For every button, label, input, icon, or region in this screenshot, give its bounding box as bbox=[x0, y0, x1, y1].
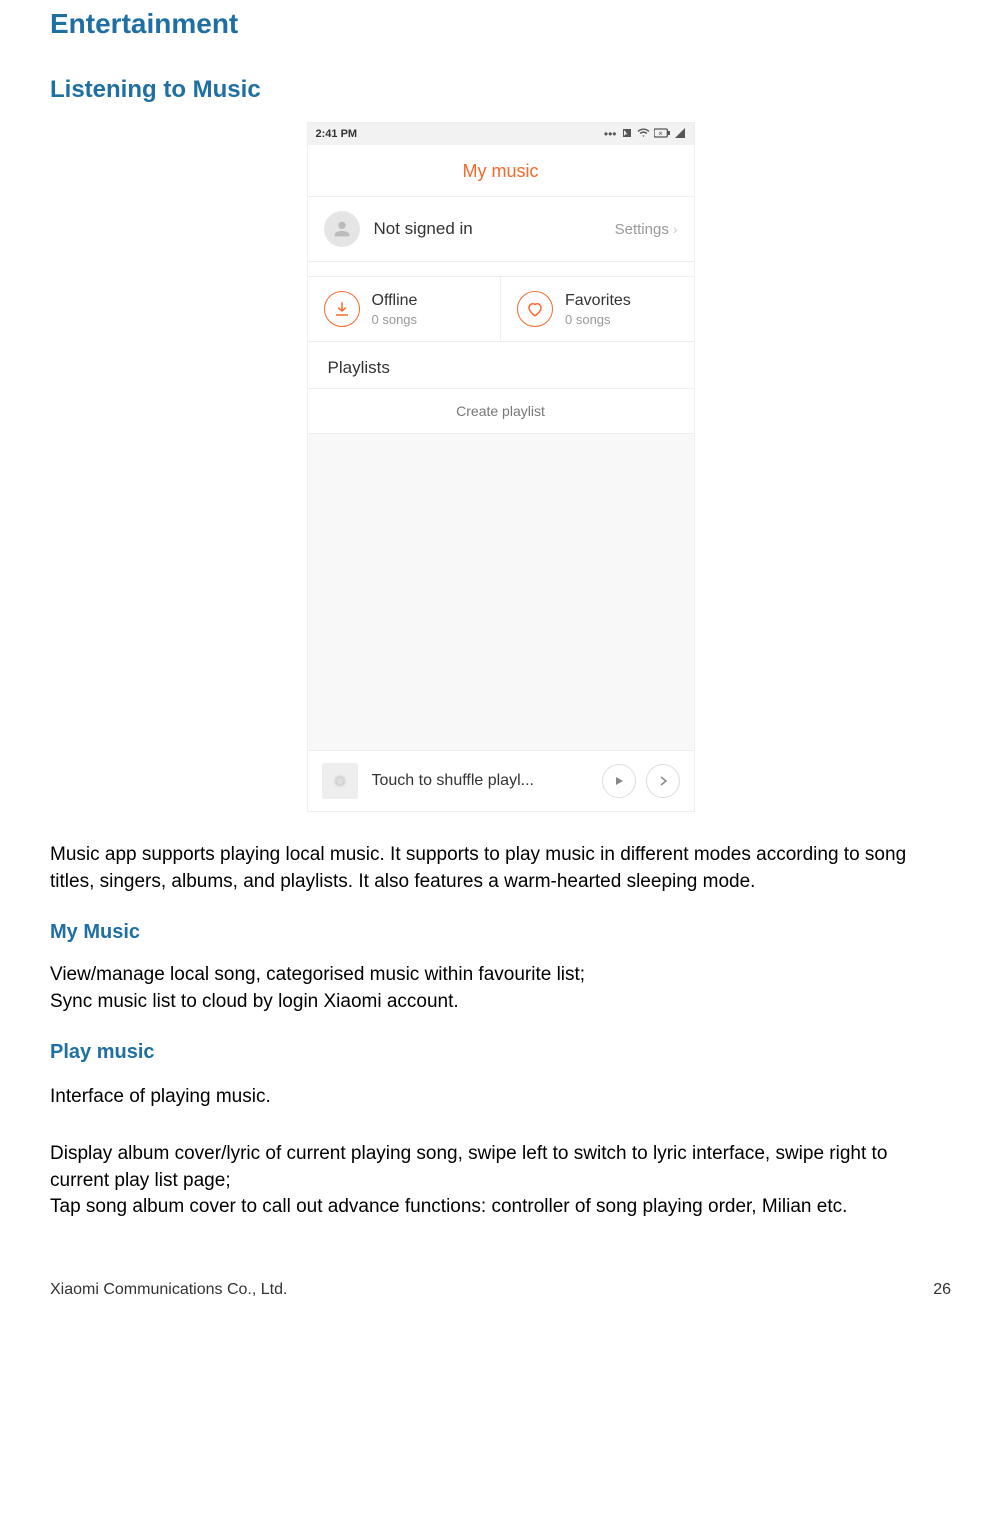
footer-company: Xiaomi Communications Co., Ltd. bbox=[50, 1281, 287, 1299]
offline-label: Offline bbox=[372, 292, 418, 310]
play-button[interactable] bbox=[602, 764, 636, 798]
nfc-icon bbox=[621, 127, 633, 142]
mymusic-line2: Sync music list to cloud by login Xiaomi… bbox=[50, 989, 951, 1016]
screenshot-container: 2:41 PM ••• ✕ My music bbox=[50, 122, 951, 812]
status-bar: 2:41 PM ••• ✕ bbox=[308, 123, 694, 145]
app-title: My music bbox=[308, 145, 694, 196]
more-icon: ••• bbox=[604, 127, 617, 141]
chevron-right-icon bbox=[657, 775, 669, 787]
chevron-right-icon: › bbox=[673, 221, 678, 237]
intro-text: Music app supports playing local music. … bbox=[50, 842, 951, 895]
heading-my-music: My Music bbox=[50, 921, 951, 944]
heart-icon bbox=[517, 291, 553, 327]
mymusic-line1: View/manage local song, categorised musi… bbox=[50, 962, 951, 989]
settings-label: Settings bbox=[615, 221, 669, 238]
heading-play-music: Play music bbox=[50, 1041, 951, 1064]
battery-icon: ✕ bbox=[654, 127, 670, 141]
heading-entertainment: Entertainment bbox=[50, 8, 951, 40]
playlists-title: Playlists bbox=[308, 342, 694, 388]
profile-card: Not signed in Settings › bbox=[308, 196, 694, 262]
favorites-label: Favorites bbox=[565, 292, 631, 310]
playmusic-line2: Display album cover/lyric of current pla… bbox=[50, 1141, 951, 1194]
page-footer: Xiaomi Communications Co., Ltd. 26 bbox=[50, 1281, 951, 1299]
next-button[interactable] bbox=[646, 764, 680, 798]
status-icons: ••• ✕ bbox=[604, 126, 686, 142]
playmusic-line3: Tap song album cover to call out advance… bbox=[50, 1194, 951, 1221]
phone-screen: 2:41 PM ••• ✕ My music bbox=[307, 122, 695, 812]
create-playlist-button[interactable]: Create playlist bbox=[308, 388, 694, 434]
settings-link[interactable]: Settings › bbox=[615, 221, 678, 238]
status-time: 2:41 PM bbox=[316, 128, 358, 140]
favorites-button[interactable]: Favorites 0 songs bbox=[500, 277, 694, 341]
empty-space bbox=[308, 434, 694, 750]
offline-button[interactable]: Offline 0 songs bbox=[308, 277, 501, 341]
play-icon bbox=[613, 775, 625, 787]
download-icon bbox=[324, 291, 360, 327]
avatar bbox=[324, 211, 360, 247]
footer-page-number: 26 bbox=[933, 1281, 951, 1299]
svg-text:✕: ✕ bbox=[658, 132, 663, 138]
offline-count: 0 songs bbox=[372, 312, 418, 327]
favorites-count: 0 songs bbox=[565, 312, 631, 327]
library-shortcuts: Offline 0 songs Favorites 0 songs bbox=[308, 276, 694, 342]
player-controls bbox=[602, 764, 680, 798]
wifi-icon bbox=[637, 126, 650, 142]
profile-name: Not signed in bbox=[374, 219, 615, 239]
playmusic-line1: Interface of playing music. bbox=[50, 1084, 951, 1111]
now-playing-bar[interactable]: Touch to shuffle playl... bbox=[308, 750, 694, 811]
person-icon bbox=[331, 218, 353, 240]
profile-row[interactable]: Not signed in Settings › bbox=[308, 197, 694, 261]
album-art-icon bbox=[322, 763, 358, 799]
heading-listening-to-music: Listening to Music bbox=[50, 76, 951, 104]
signal-icon bbox=[674, 127, 686, 142]
now-playing-text: Touch to shuffle playl... bbox=[372, 772, 602, 790]
